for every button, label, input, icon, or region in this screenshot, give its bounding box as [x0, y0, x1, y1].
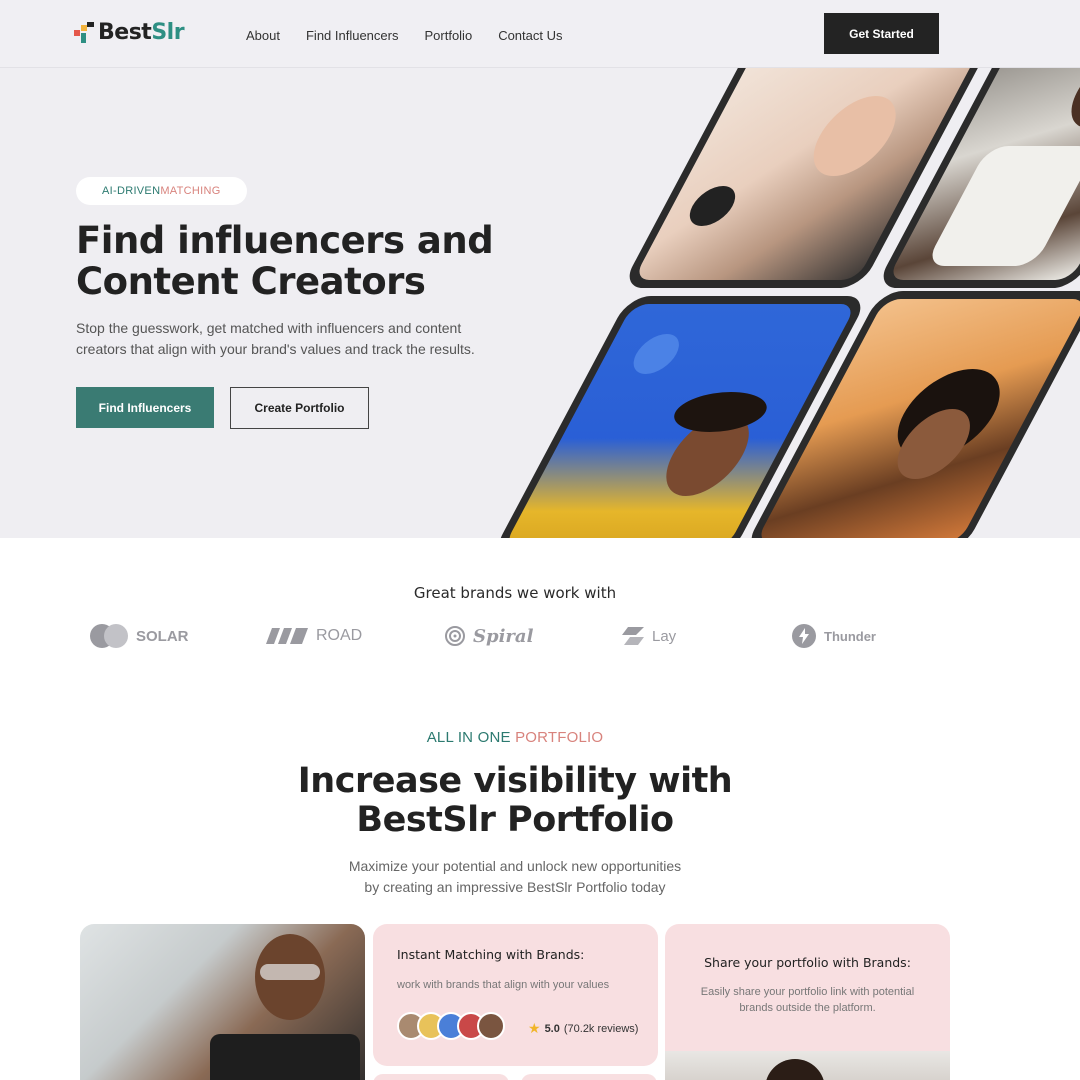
eyebrow-text-portfolio: PORTFOLIO — [515, 729, 604, 746]
feature-card-partial — [521, 1074, 657, 1080]
brand-logo-spiral: Spiral — [445, 620, 533, 652]
logo-wordmark: BestSlr — [98, 20, 185, 45]
hero-subtitle: Stop the guesswork, get matched with inf… — [76, 320, 475, 357]
eyebrow-text-all-in-one: ALL IN ONE — [426, 729, 516, 746]
avatar-group — [397, 1012, 505, 1040]
avatar — [477, 1012, 505, 1040]
get-started-button[interactable]: Get Started — [824, 13, 939, 54]
thunder-logo-icon — [792, 624, 816, 648]
create-portfolio-button[interactable]: Create Portfolio — [230, 387, 369, 429]
badge-text-ai-driven: AI-DRIVEN — [102, 185, 161, 197]
brand-name-solar: SOLAR — [136, 627, 189, 645]
feature-card-partial — [373, 1074, 509, 1080]
brand-name-layers: Lay — [652, 627, 677, 645]
instant-matching-text: work with brands that align with your va… — [397, 979, 610, 991]
find-influencers-button[interactable]: Find Influencers — [76, 387, 214, 428]
share-portfolio-text-line2: brands outside the platform. — [739, 1002, 876, 1014]
hero-title: Find influencers and Content Creators — [76, 220, 536, 302]
logo-mark-icon — [74, 21, 94, 44]
brand-name-spiral: Spiral — [473, 625, 534, 647]
hero-title-line2: Content Creators — [76, 260, 426, 303]
solar-logo-icon — [90, 624, 128, 648]
portfolio-subtitle-line1: Maximize your potential and unlock new o… — [348, 858, 682, 874]
nav-links: About Find Influencers Portfolio Contact… — [246, 28, 563, 43]
brand-logo-road: ROAD — [266, 620, 362, 652]
rating-value: 5.0 — [544, 1022, 560, 1035]
top-navbar: BestSlr About Find Influencers Portfolio… — [0, 0, 1080, 68]
portfolio-section-title: Increase visibility with BestSlr Portfol… — [0, 762, 1030, 840]
instant-matching-title: Instant Matching with Brands: — [397, 947, 585, 962]
logo-text-slr: Slr — [151, 20, 185, 45]
brand-name-road: ROAD — [316, 627, 363, 644]
logo-text-best: Best — [98, 20, 152, 45]
rating-summary: ★ 5.0 (70.2k reviews) — [528, 1020, 638, 1037]
brand-logo-thunder: Thunder — [792, 620, 876, 652]
portfolio-photo-card — [80, 924, 365, 1080]
badge-text-matching: MATCHING — [160, 185, 221, 197]
share-portfolio-title: Share your portfolio with Brands: — [704, 955, 911, 970]
instant-matching-card: Instant Matching with Brands: work with … — [373, 924, 658, 1066]
share-portfolio-text-line1: Easily share your portfolio link with po… — [700, 986, 915, 998]
portfolio-subtitle-line2: by creating an impressive BestSlr Portfo… — [364, 879, 666, 895]
share-portfolio-text: Easily share your portfolio link with po… — [665, 984, 950, 1016]
logo[interactable]: BestSlr — [74, 20, 185, 45]
share-portfolio-card: Share your portfolio with Brands: Easily… — [665, 924, 950, 1080]
portfolio-title-line2: BestSlr Portfolio — [356, 800, 674, 840]
brands-title: Great brands we work with — [413, 584, 617, 602]
portfolio-subtitle: Maximize your potential and unlock new o… — [0, 856, 1030, 898]
review-count: (70.2k reviews) — [563, 1022, 639, 1035]
nav-link-portfolio[interactable]: Portfolio — [424, 28, 472, 43]
brand-logo-solar: SOLAR — [90, 620, 189, 652]
ai-matching-badge: AI-DRIVEN MATCHING — [76, 177, 247, 205]
brand-logo-layers: Lay — [622, 620, 676, 652]
nav-link-contact-us[interactable]: Contact Us — [498, 28, 562, 43]
hero-title-line1: Find influencers and — [76, 219, 494, 262]
layers-logo-icon — [622, 627, 644, 645]
hero-section: AI-DRIVEN MATCHING Find influencers and … — [0, 68, 1080, 538]
portfolio-eyebrow: ALL IN ONE PORTFOLIO — [0, 729, 1030, 746]
spiral-logo-icon — [445, 626, 465, 646]
nav-link-about[interactable]: About — [246, 28, 280, 43]
road-logo-icon — [266, 628, 308, 644]
brand-name-thunder: Thunder — [824, 628, 876, 644]
star-icon: ★ — [528, 1020, 541, 1036]
nav-link-find-influencers[interactable]: Find Influencers — [306, 28, 399, 43]
share-portfolio-image — [665, 1051, 950, 1080]
portfolio-title-line1: Increase visibility with — [297, 761, 733, 801]
